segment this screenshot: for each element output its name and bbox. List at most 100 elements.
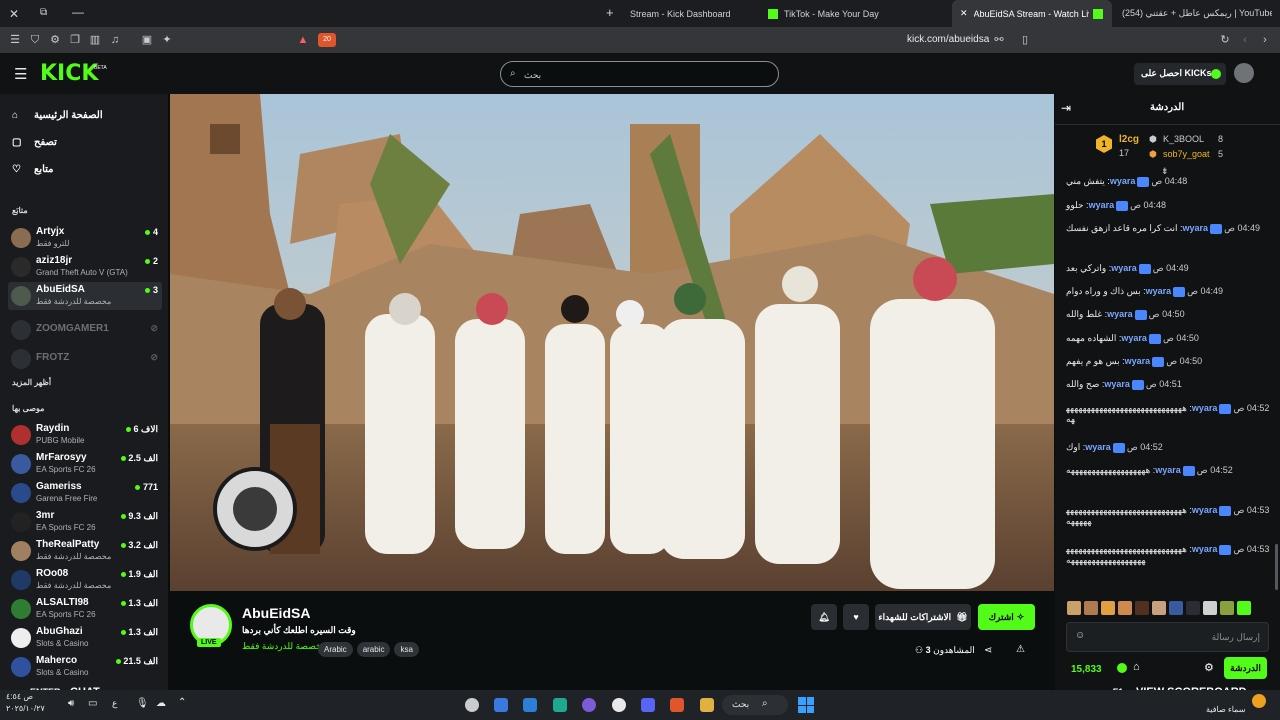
chat-send-button[interactable]: الدردشة bbox=[1224, 657, 1267, 679]
subscribe-button[interactable]: اشترك ✧ bbox=[978, 604, 1035, 630]
weather-text[interactable]: سماء صافية bbox=[1206, 705, 1246, 714]
tune-icon[interactable]: ⚯ bbox=[992, 33, 1006, 47]
report-icon[interactable]: ⚠ bbox=[1016, 644, 1025, 655]
chat-username[interactable]: wyara bbox=[1111, 263, 1137, 273]
reload-icon[interactable]: ↻ bbox=[1218, 33, 1232, 47]
emote-icon[interactable] bbox=[1220, 601, 1234, 615]
get-kicks-button[interactable]: احصل على KICKs bbox=[1134, 63, 1226, 85]
bookmark-icon[interactable]: ▯ bbox=[1018, 33, 1032, 47]
emote-icon[interactable] bbox=[1067, 601, 1081, 615]
share-icon[interactable]: ⋖ bbox=[984, 645, 992, 656]
recommended-channel[interactable]: Raydin PUBG Mobile 6 الاف bbox=[8, 421, 162, 449]
kick-logo[interactable]: KICK bbox=[40, 61, 98, 86]
emote-icon[interactable] bbox=[1135, 601, 1149, 615]
chat-username[interactable]: wyara bbox=[1183, 223, 1209, 233]
music-icon[interactable]: ♫ bbox=[108, 33, 122, 47]
video-player[interactable] bbox=[170, 94, 1054, 591]
leaderboard-user[interactable]: K_3BOOL bbox=[1163, 134, 1204, 144]
recommended-channel[interactable]: 3mr EA Sports FC 26 9.3 الف bbox=[8, 508, 162, 536]
mic-icon[interactable]: 🎙︎ bbox=[136, 698, 149, 709]
tag[interactable]: ksa bbox=[394, 642, 419, 657]
emoji-icon[interactable]: ☺ bbox=[1075, 630, 1085, 641]
minimize-icon[interactable]: — bbox=[72, 5, 84, 19]
following-channel[interactable]: aziz18jr Grand Theft Auto V (GTA) 2 bbox=[8, 253, 162, 281]
extensions-icon[interactable]: ✦ bbox=[160, 33, 174, 47]
following-channel-offline[interactable]: ZOOMGAMER1 ⊘ bbox=[8, 316, 162, 344]
window-icon[interactable]: ⧉ bbox=[40, 7, 47, 18]
emote-icon[interactable] bbox=[1203, 601, 1217, 615]
chat-username[interactable]: wyara bbox=[1104, 379, 1130, 389]
recommended-channel[interactable]: TheRealPatty مخصصة للدردشة فقط 3.2 الف bbox=[8, 537, 162, 565]
discord-icon[interactable] bbox=[641, 698, 655, 712]
following-channel-active[interactable]: AbuEidSA مخصصة للدردشة فقط 3 bbox=[8, 282, 162, 310]
chat-username[interactable]: wyara bbox=[1192, 544, 1218, 554]
recommended-channel[interactable]: MrFarosyy EA Sports FC 26 2.5 الف bbox=[8, 450, 162, 478]
hamburger-icon[interactable]: ☰ bbox=[14, 65, 27, 83]
emote-icon[interactable] bbox=[1152, 601, 1166, 615]
new-tab-button[interactable]: + bbox=[606, 5, 614, 20]
sidebar-item-browse[interactable]: ▢ تصفح bbox=[12, 133, 57, 151]
taskbar-date[interactable]: ٢٠٢٥/١٠/٢٧ bbox=[6, 704, 45, 713]
chat-scrollbar[interactable] bbox=[1275, 544, 1278, 590]
weather-sun-icon[interactable] bbox=[1252, 694, 1266, 708]
notification-button[interactable]: 🔔︎ bbox=[811, 604, 837, 630]
chat-username[interactable]: wyara bbox=[1121, 333, 1147, 343]
following-channel-offline[interactable]: FROTZ ⊘ bbox=[8, 345, 162, 373]
tag[interactable]: Arabic bbox=[318, 642, 353, 657]
network-icon[interactable]: ▭ bbox=[88, 698, 97, 709]
taskbar-time[interactable]: ص ٤:٥٤ bbox=[6, 692, 33, 701]
chat-username[interactable]: wyara bbox=[1085, 442, 1111, 452]
chat-username[interactable]: wyara bbox=[1089, 200, 1115, 210]
chat-settings-icon[interactable]: ⚙ bbox=[1204, 661, 1214, 674]
recommended-channel[interactable]: Maherco Slots & Casino 21.5 الف bbox=[8, 653, 162, 681]
follow-button[interactable]: ♥ bbox=[843, 604, 869, 630]
app-icon[interactable] bbox=[612, 698, 626, 712]
store-icon[interactable]: ⌂ bbox=[1133, 661, 1140, 673]
shield-icon[interactable]: ⛉ bbox=[28, 33, 42, 47]
language-icon[interactable]: ع bbox=[112, 698, 117, 709]
following-channel[interactable]: Artyjx للترو فقط 4 bbox=[8, 224, 162, 252]
app-icon[interactable] bbox=[523, 698, 537, 712]
leaderboard-user[interactable]: l2cg bbox=[1119, 134, 1139, 145]
tabs-icon[interactable]: ❐ bbox=[68, 33, 82, 47]
app-icon[interactable] bbox=[494, 698, 508, 712]
gift-subs-button[interactable]: الاشتراكات للشهداء 🎁︎ bbox=[875, 604, 971, 630]
tab-tiktok[interactable]: TikTok - Make Your Day bbox=[764, 0, 944, 27]
recommended-channel[interactable]: Gameriss Garena Free Fire 771 bbox=[8, 479, 162, 507]
brave-icon[interactable] bbox=[670, 698, 684, 712]
recommended-channel[interactable]: AbuGhazi Slots & Casino 1.3 الف bbox=[8, 624, 162, 652]
taskbar-search[interactable]: بحث ⌕ bbox=[722, 695, 788, 715]
back-icon[interactable]: › bbox=[1258, 33, 1272, 47]
folder-icon[interactable] bbox=[700, 698, 714, 712]
chat-message-input[interactable]: ☺ إرسال رسالة bbox=[1066, 622, 1269, 652]
emote-icon[interactable] bbox=[1237, 601, 1251, 615]
emote-icon[interactable] bbox=[1169, 601, 1183, 615]
chat-username[interactable]: wyara bbox=[1107, 309, 1133, 319]
emote-icon[interactable] bbox=[1084, 601, 1098, 615]
tab-youtube[interactable]: (254) ريمكس عاطل + عقتني | YouTube bbox=[1122, 0, 1272, 27]
leaderboard-user[interactable]: sob7y_goat bbox=[1163, 149, 1210, 159]
sidebar-item-home[interactable]: ⌂ الصفحة الرئيسية bbox=[12, 106, 103, 124]
recommended-channel[interactable]: ROo08 مخصصة للدردشة فقط 1.9 الف bbox=[8, 566, 162, 594]
forward-icon[interactable]: ‹ bbox=[1238, 33, 1252, 47]
chat-username[interactable]: wyara bbox=[1155, 465, 1181, 475]
collapse-chat-icon[interactable]: ⇥ bbox=[1061, 101, 1071, 115]
tab-abueidsa-stream[interactable]: ✕ AbuEidSA Stream - Watch Live o bbox=[952, 0, 1112, 27]
points-count[interactable]: 15,833 bbox=[1071, 664, 1102, 675]
brave-shield-icon[interactable]: 20 bbox=[318, 33, 336, 47]
warning-icon[interactable]: ▲ bbox=[296, 33, 310, 47]
screenshot-icon[interactable]: ▣ bbox=[140, 33, 154, 47]
app-icon[interactable] bbox=[582, 698, 596, 712]
tab-kick-dashboard[interactable]: Stream - Kick Dashboard bbox=[624, 0, 762, 27]
emote-icon[interactable] bbox=[1118, 601, 1132, 615]
settings-icon[interactable]: ⚙ bbox=[48, 33, 62, 47]
user-avatar[interactable] bbox=[1234, 63, 1254, 83]
menu-icon[interactable]: ☰ bbox=[8, 33, 22, 47]
chevron-up-icon[interactable]: ⌃ bbox=[178, 697, 186, 708]
chat-username[interactable]: wyara bbox=[1146, 286, 1172, 296]
url-text[interactable]: kick.com/abueidsa bbox=[907, 34, 989, 45]
sidebar-item-following[interactable]: ♡ متابع bbox=[12, 160, 54, 178]
search-input[interactable]: ⌕ بحث bbox=[500, 61, 779, 87]
recommended-channel[interactable]: ALSALTI98 EA Sports FC 26 1.3 الف bbox=[8, 595, 162, 623]
app-icon[interactable] bbox=[553, 698, 567, 712]
